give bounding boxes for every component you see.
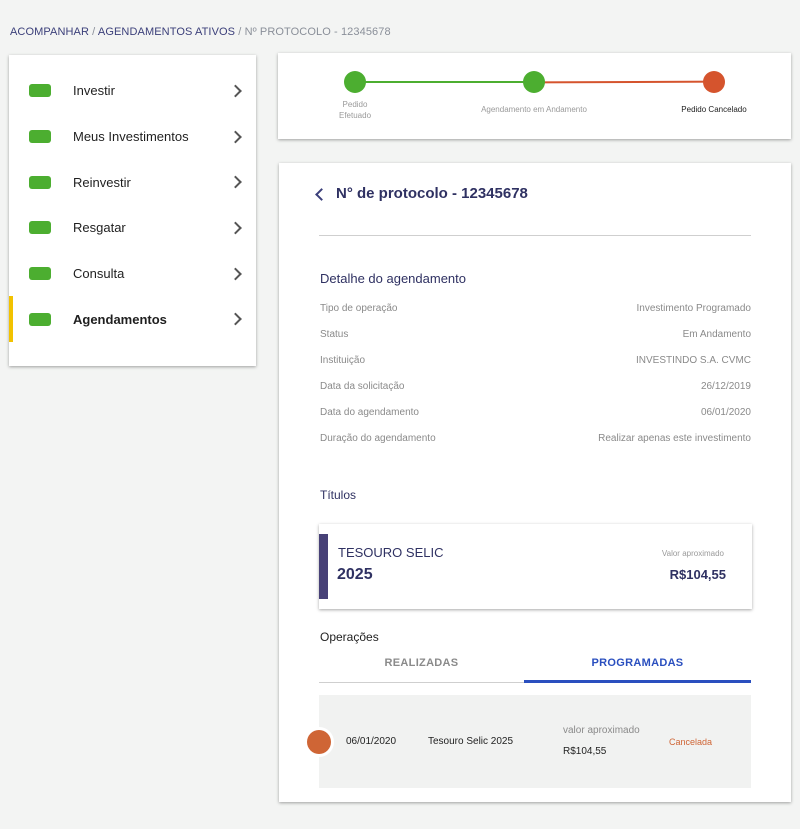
titulo-card[interactable]: TESOURO SELIC 2025 Valor aproximado R$10… <box>319 524 752 609</box>
sidebar-item-agendamentos[interactable]: Agendamentos <box>9 296 256 342</box>
progress-line-cancelled <box>534 80 716 84</box>
chevron-right-icon <box>229 221 242 235</box>
detail-value: Realizar apenas este investimento <box>598 433 751 444</box>
green-pill-icon <box>29 267 51 281</box>
detail-label: Tipo de operação <box>320 303 398 314</box>
breadcrumb-separator: / <box>235 26 245 38</box>
titulo-year: 2025 <box>337 566 373 583</box>
divider <box>319 235 751 236</box>
operation-title: Tesouro Selic 2025 <box>428 736 514 747</box>
step-dot-pedido-efetuado <box>344 71 366 93</box>
detail-row: Duração do agendamento Realizar apenas e… <box>320 433 751 459</box>
green-pill-icon <box>29 130 51 144</box>
operation-status: Cancelada <box>669 737 713 747</box>
detail-value: INVESTINDO S.A. CVMC <box>635 355 751 366</box>
detail-value: 06/01/2020 <box>700 407 751 418</box>
titulo-name: TESOURO SELIC <box>338 545 444 560</box>
sidebar-item-label: Consulta <box>73 266 125 282</box>
detail-label: Data do agendamento <box>320 407 419 418</box>
detail-row: Data do agendamento 06/01/2020 <box>320 407 751 433</box>
sidebar-item-label: Reinvestir <box>73 174 131 190</box>
green-pill-icon <box>29 312 51 326</box>
step-label-pedido-efetuado: Pedido Efetuado <box>325 99 385 121</box>
operation-valor: R$104,55 <box>563 746 607 757</box>
protocol-detail-card: N° de protocolo - 12345678 Detalhe do ag… <box>279 163 791 802</box>
sidebar-item-investir[interactable]: Investir <box>9 68 256 114</box>
step-dot-pedido-cancelado <box>703 71 725 93</box>
breadcrumb-separator: / <box>89 26 98 38</box>
chevron-right-icon <box>229 312 242 326</box>
detail-label: Instituição <box>320 355 366 366</box>
step-label-line: Pedido <box>342 100 368 109</box>
breadcrumb: ACOMPANHAR / AGENDAMENTOS ATIVOS / Nº PR… <box>10 26 391 38</box>
tab-realizadas[interactable]: REALIZADAS <box>319 653 524 683</box>
back-button[interactable]: N° de protocolo - 12345678 <box>315 185 528 202</box>
green-pill-icon <box>29 175 51 189</box>
sidebar-item-label: Meus Investimentos <box>73 129 189 145</box>
detail-row: Status Em Andamento <box>320 329 751 355</box>
chevron-right-icon <box>229 84 242 98</box>
detail-label: Status <box>320 329 349 340</box>
operation-row[interactable]: 06/01/2020 Tesouro Selic 2025 valor apro… <box>304 695 751 788</box>
sidebar-item-label: Resgatar <box>73 220 126 236</box>
chevron-left-icon <box>315 187 328 201</box>
status-dot-icon <box>307 730 331 754</box>
detail-value: 26/12/2019 <box>700 381 751 392</box>
section-title-titulos: Títulos <box>320 488 357 502</box>
sidebar-item-resgatar[interactable]: Resgatar <box>9 205 256 251</box>
status-dot-wrap <box>304 727 334 757</box>
detail-label: Duração do agendamento <box>320 433 436 444</box>
operacoes-label: Operações <box>320 630 379 644</box>
sidebar-item-label: Agendamentos <box>73 311 167 327</box>
chevron-right-icon <box>229 267 242 280</box>
breadcrumb-acompanhar[interactable]: ACOMPANHAR <box>10 26 89 38</box>
step-dot-agendamento <box>523 71 545 93</box>
sidebar-item-consulta[interactable]: Consulta <box>9 251 256 297</box>
detail-label: Data da solicitação <box>320 381 405 392</box>
detail-list: Tipo de operação Investimento Programado… <box>320 303 751 459</box>
detail-row: Data da solicitação 26/12/2019 <box>320 381 751 407</box>
breadcrumb-current: Nº PROTOCOLO - 12345678 <box>244 26 391 38</box>
titulo-valor-label: Valor aproximado <box>661 549 724 558</box>
sidebar-item-reinvestir[interactable]: Reinvestir <box>9 159 256 205</box>
green-pill-icon <box>29 84 51 98</box>
section-title-detalhe: Detalhe do agendamento <box>320 271 467 286</box>
titulo-accent-bar <box>319 534 328 599</box>
operacoes-tabs: REALIZADAS PROGRAMADAS <box>319 653 751 683</box>
progress-line-done <box>355 81 535 83</box>
detail-value: Investimento Programado <box>636 303 751 314</box>
tab-programadas[interactable]: PROGRAMADAS <box>524 653 751 683</box>
detail-row: Instituição INVESTINDO S.A. CVMC <box>320 355 751 381</box>
chevron-right-icon <box>229 175 242 189</box>
step-label-line: Efetuado <box>338 111 372 120</box>
sidebar-item-label: Investir <box>73 83 115 99</box>
protocol-title: N° de protocolo - 12345678 <box>336 185 528 202</box>
progress-tracker: Pedido Efetuado Agendamento em Andamento… <box>278 53 791 139</box>
operation-valor-label: valor aproximado <box>563 725 640 736</box>
sidebar-menu: Investir Meus Investimentos Reinvestir R… <box>9 55 256 366</box>
step-label-pedido-cancelado: Pedido Cancelado <box>681 105 747 114</box>
step-label-agendamento: Agendamento em Andamento <box>481 105 587 114</box>
sidebar-item-meus-investimentos[interactable]: Meus Investimentos <box>9 114 256 160</box>
green-pill-icon <box>29 221 51 235</box>
chevron-right-icon <box>229 130 242 143</box>
operation-date: 06/01/2020 <box>346 736 397 747</box>
detail-row: Tipo de operação Investimento Programado <box>320 303 751 329</box>
titulo-valor: R$104,55 <box>669 567 726 582</box>
breadcrumb-agendamentos-ativos[interactable]: AGENDAMENTOS ATIVOS <box>98 26 235 38</box>
detail-value: Em Andamento <box>682 329 751 340</box>
